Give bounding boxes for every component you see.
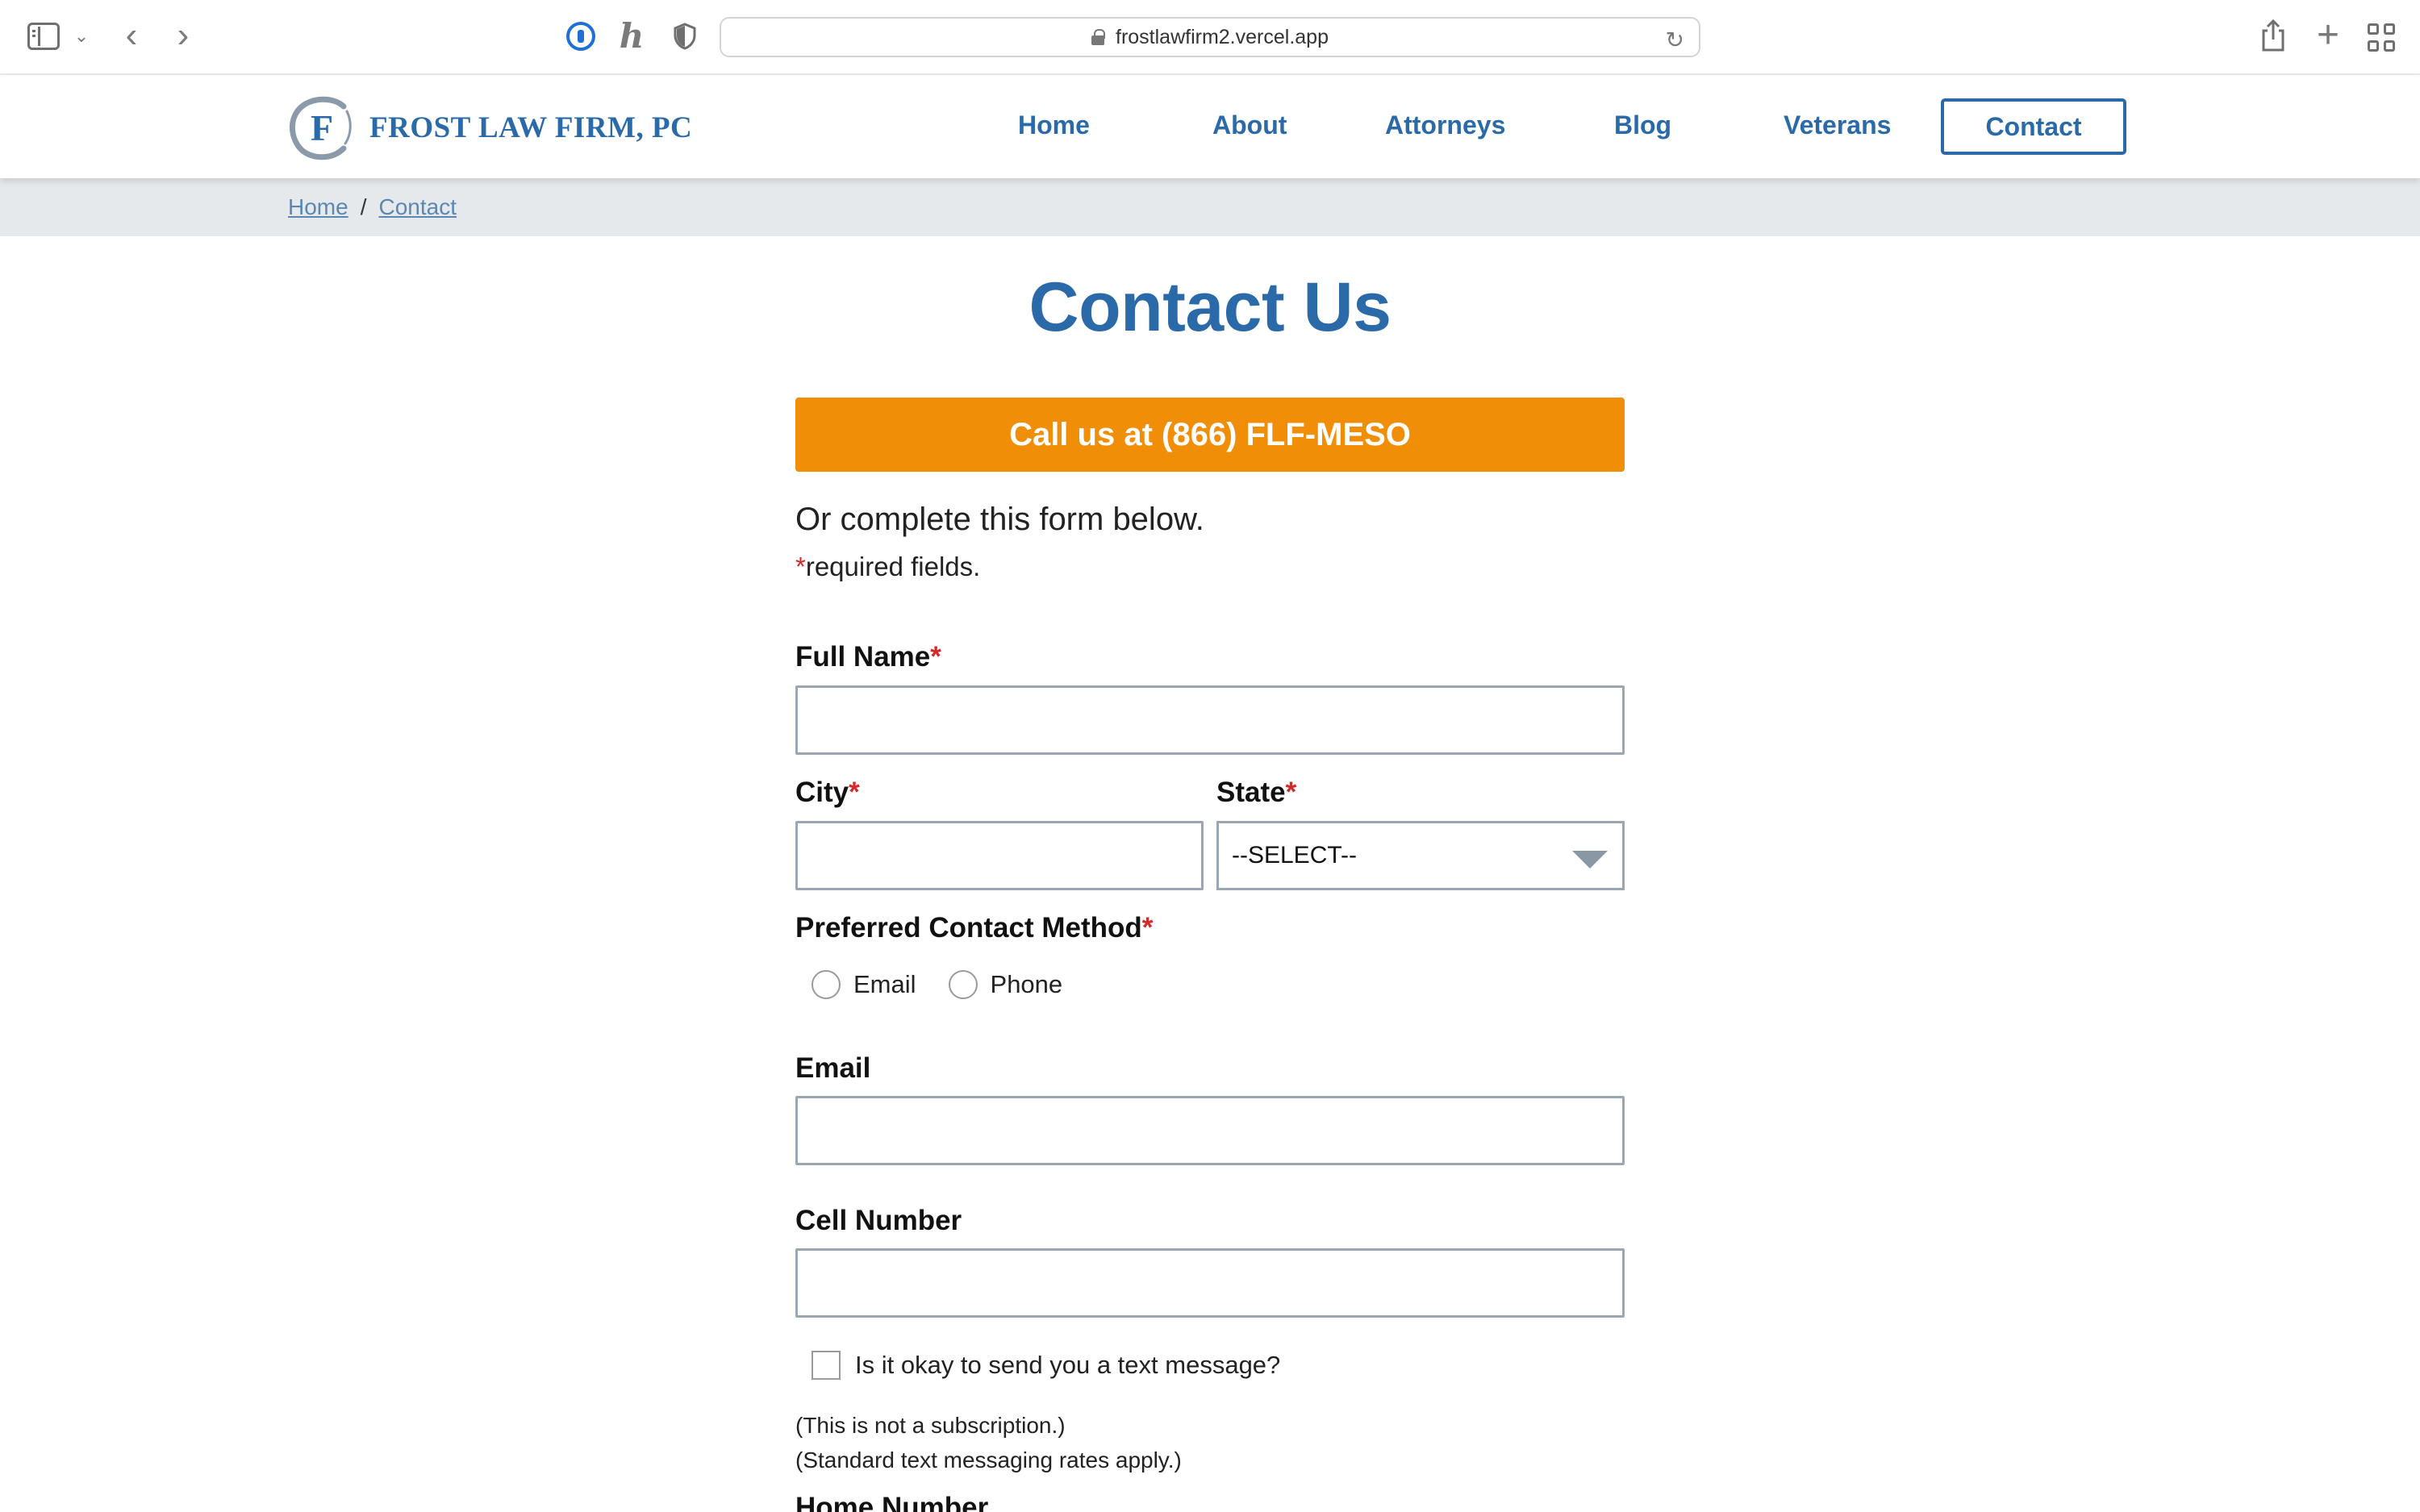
required-note-text: required fields. [805,552,981,581]
form-intro-text: Or complete this form below. [795,502,1204,537]
state-selected-value: --SELECT-- [1232,842,1358,868]
password-manager-extension-icon[interactable] [566,22,595,51]
breadcrumb: Home / Contact [288,194,457,220]
required-fields-note: *required fields. [795,552,980,582]
email-input[interactable] [795,1096,1625,1165]
radio-option-email[interactable]: Email [812,970,916,999]
radio-email[interactable] [812,970,841,999]
address-bar[interactable]: frostlawfirm2.vercel.app ↻ [720,17,1700,57]
nav-contact-button[interactable]: Contact [1941,98,2126,155]
radio-phone[interactable] [948,970,978,999]
required-star: * [795,552,806,581]
text-consent-label: Is it okay to send you a text message? [855,1351,1281,1379]
call-us-button[interactable]: Call us at (866) FLF-MESO [795,398,1625,472]
tab-overview-icon[interactable] [2367,23,2396,52]
nav-home[interactable]: Home [1018,110,1090,140]
contact-method-radio-group: Email Phone [812,970,1095,999]
cell-number-input[interactable] [795,1248,1625,1318]
state-select[interactable]: --SELECT-- [1216,821,1625,890]
text-consent-row[interactable]: Is it okay to send you a text message? [812,1351,1280,1380]
radio-option-phone[interactable]: Phone [948,970,1063,999]
state-label: State* [1216,777,1297,808]
text-consent-checkbox[interactable] [812,1351,841,1380]
full-name-label: Full Name* [795,641,941,673]
chevron-down-icon[interactable]: ⌄ [73,24,90,48]
breadcrumb-home[interactable]: Home [288,194,348,220]
breadcrumb-bar: Home / Contact [0,178,2420,236]
privacy-shield-icon[interactable] [673,23,697,50]
site-header: F FROST LAW FIRM, PC Home About Attorney… [0,77,2420,178]
nav-veterans[interactable]: Veterans [1784,110,1891,140]
radio-phone-label: Phone [990,970,1063,998]
nav-about[interactable]: About [1212,110,1287,140]
city-input[interactable] [795,821,1204,890]
email-label: Email [795,1052,871,1084]
cell-number-label: Cell Number [795,1205,962,1236]
breadcrumb-separator: / [360,194,367,219]
nav-attorneys[interactable]: Attorneys [1385,110,1505,140]
contact-method-label: Preferred Contact Method* [795,912,1154,943]
full-name-input[interactable] [795,685,1625,755]
back-arrow-icon[interactable]: ‹ [119,15,144,55]
share-icon[interactable] [2259,18,2288,53]
breadcrumb-contact[interactable]: Contact [378,194,457,220]
page-title: Contact Us [1028,269,1392,346]
rates-note: (Standard text messaging rates apply.) [795,1447,1182,1472]
nav-blog[interactable]: Blog [1614,110,1671,140]
lock-icon [1091,29,1105,45]
url-text: frostlawfirm2.vercel.app [1116,25,1329,48]
browser-toolbar: ⌄ ‹ › h frostlawfirm2.vercel.app ↻ + [0,0,2420,75]
forward-arrow-icon[interactable]: › [171,15,195,55]
city-label: City* [795,777,860,808]
subscription-note: (This is not a subscription.) [795,1413,1066,1438]
radio-email-label: Email [853,970,916,998]
dropdown-caret-icon [1572,851,1608,868]
sidebar-toggle-icon[interactable] [27,23,60,50]
main-nav: Home About Attorneys Blog Veterans Conta… [0,77,2420,178]
reload-icon[interactable]: ↻ [1666,27,1684,53]
home-number-label: Home Number [795,1492,989,1512]
new-tab-plus-icon[interactable]: + [2312,14,2344,56]
honey-extension-icon[interactable]: h [618,16,645,56]
